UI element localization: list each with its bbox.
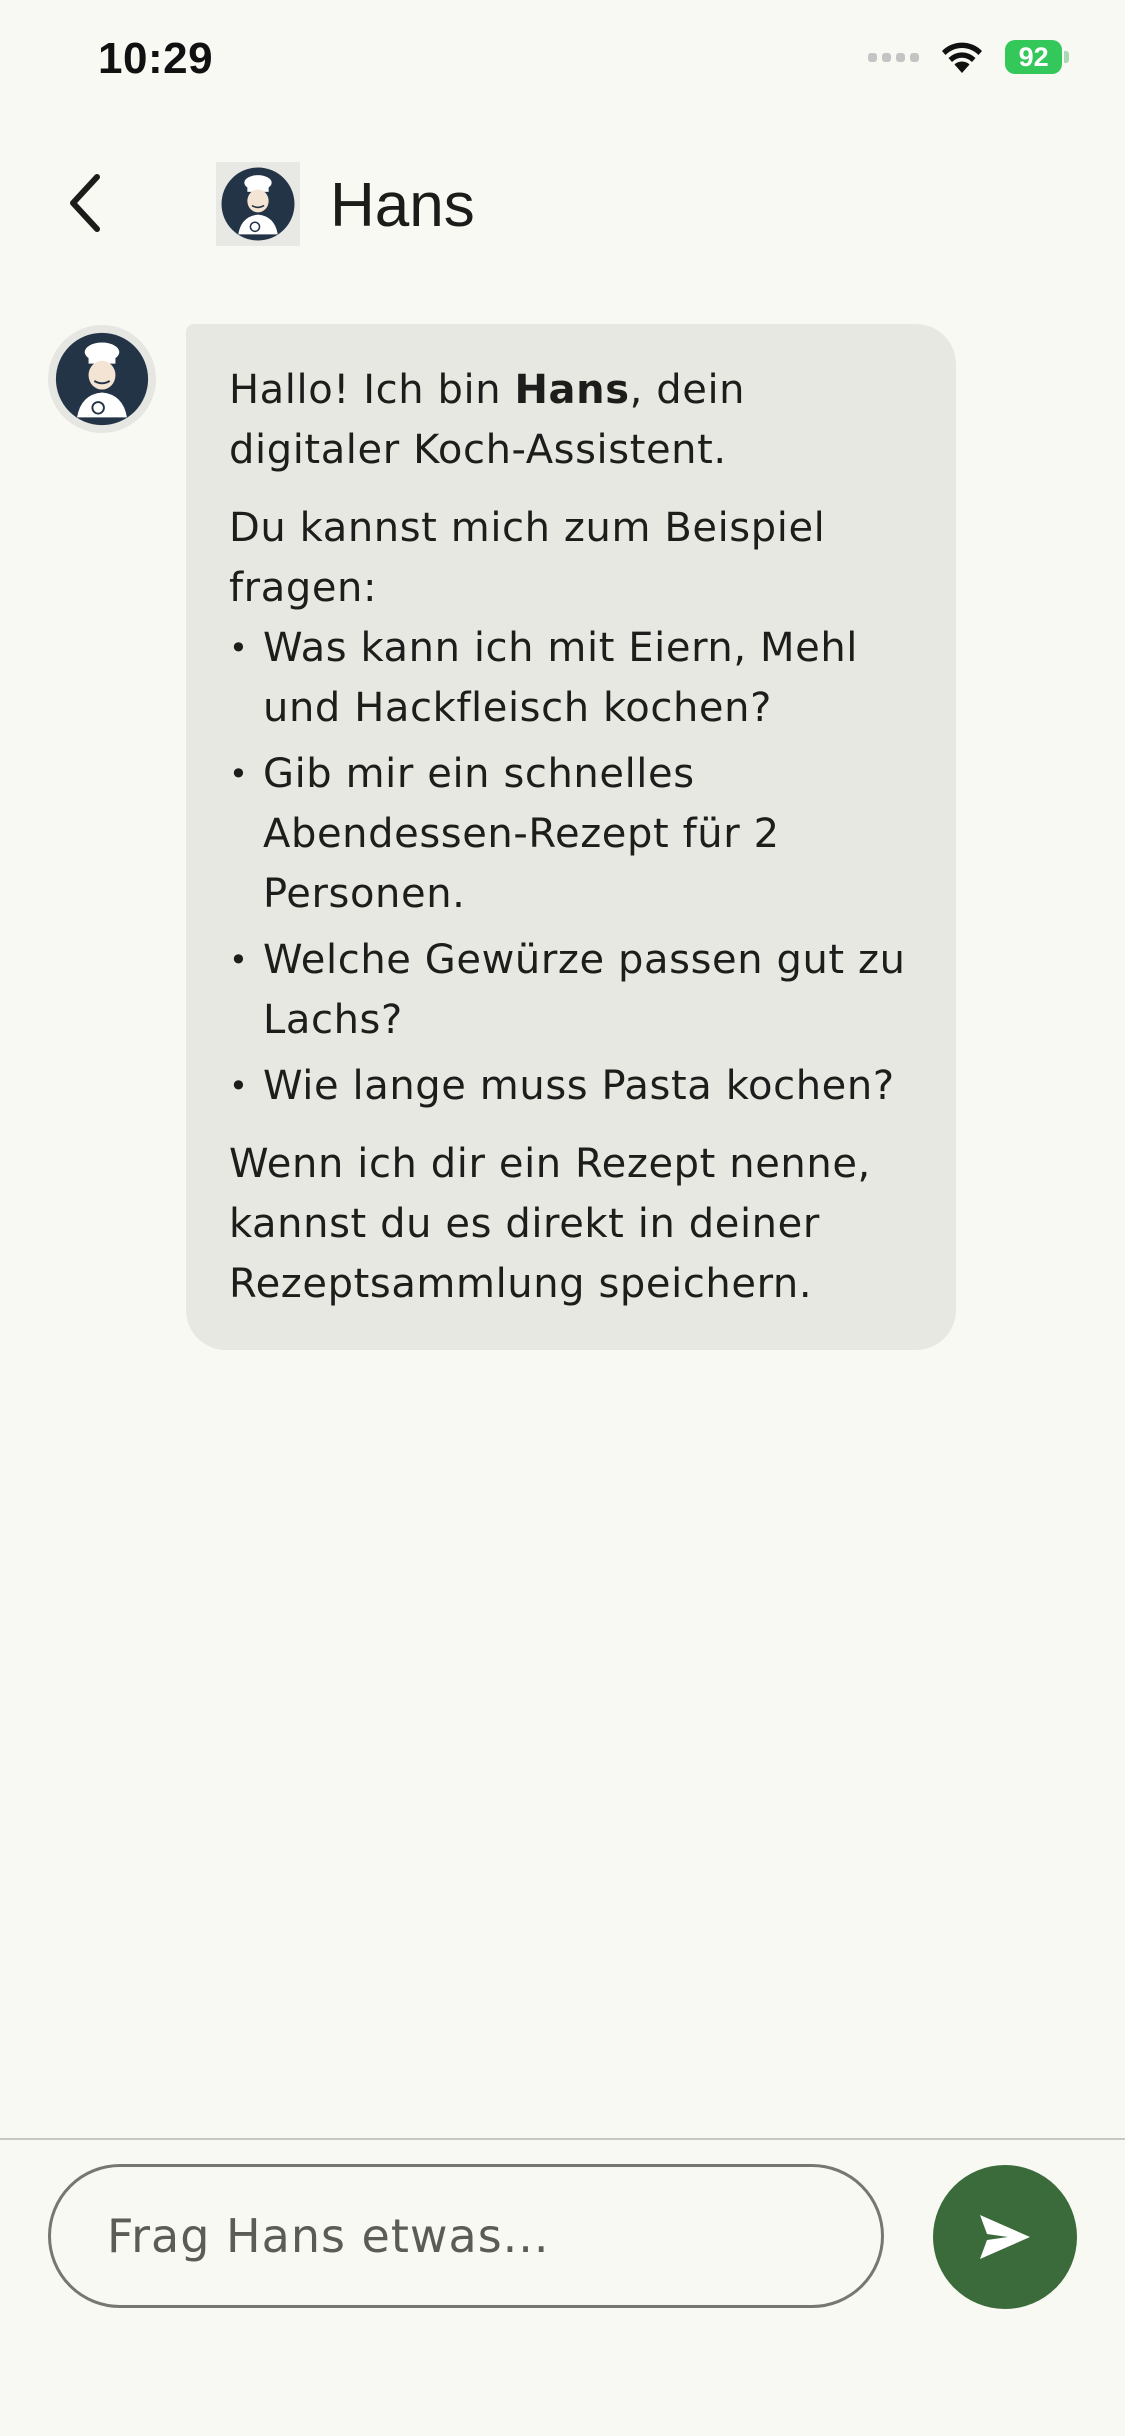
send-icon [980, 2215, 1030, 2259]
chef-avatar-icon [216, 162, 300, 246]
list-item: Was kann ich mit Eiern, Mehl und Hackfle… [229, 618, 914, 738]
status-time: 10:29 [98, 34, 214, 83]
list-item: Wie lange muss Pasta kochen? [229, 1056, 914, 1116]
input-divider [0, 2138, 1125, 2140]
outro-text: Wenn ich dir ein Rezept nenne, kannst du… [229, 1141, 871, 1307]
message-input[interactable] [48, 2164, 884, 2308]
battery-level: 92 [1005, 40, 1063, 74]
chat-title: Hans [330, 171, 475, 240]
status-indicators: 92 [868, 40, 1069, 74]
intro-text: Du kannst mich zum Beispiel fragen: [229, 505, 826, 611]
example-questions-list: Was kann ich mit Eiern, Mehl und Hackfle… [229, 618, 914, 1116]
list-item: Gib mir ein schnelles Abendessen-Rezept … [229, 744, 914, 924]
assistant-message-bubble: Hallo! Ich bin Hans, dein digitaler Koch… [186, 324, 956, 1350]
greeting-text: Hallo! Ich bin Hans, dein digitaler Koch… [229, 360, 914, 480]
list-item: Welche Gewürze passen gut zu Lachs? [229, 930, 914, 1050]
chef-avatar-icon [48, 325, 156, 433]
greeting-prefix: Hallo! Ich bin [229, 367, 515, 413]
chevron-left-icon [70, 174, 100, 232]
back-button[interactable] [50, 168, 120, 238]
assistant-name: Hans [514, 367, 630, 413]
send-button[interactable] [933, 2165, 1077, 2309]
battery-icon: 92 [1005, 40, 1069, 74]
wifi-icon [939, 40, 985, 74]
status-bar: 10:29 92 [0, 0, 1125, 130]
cellular-signal-icon [868, 52, 919, 62]
chat-header: Hans [0, 150, 1125, 260]
